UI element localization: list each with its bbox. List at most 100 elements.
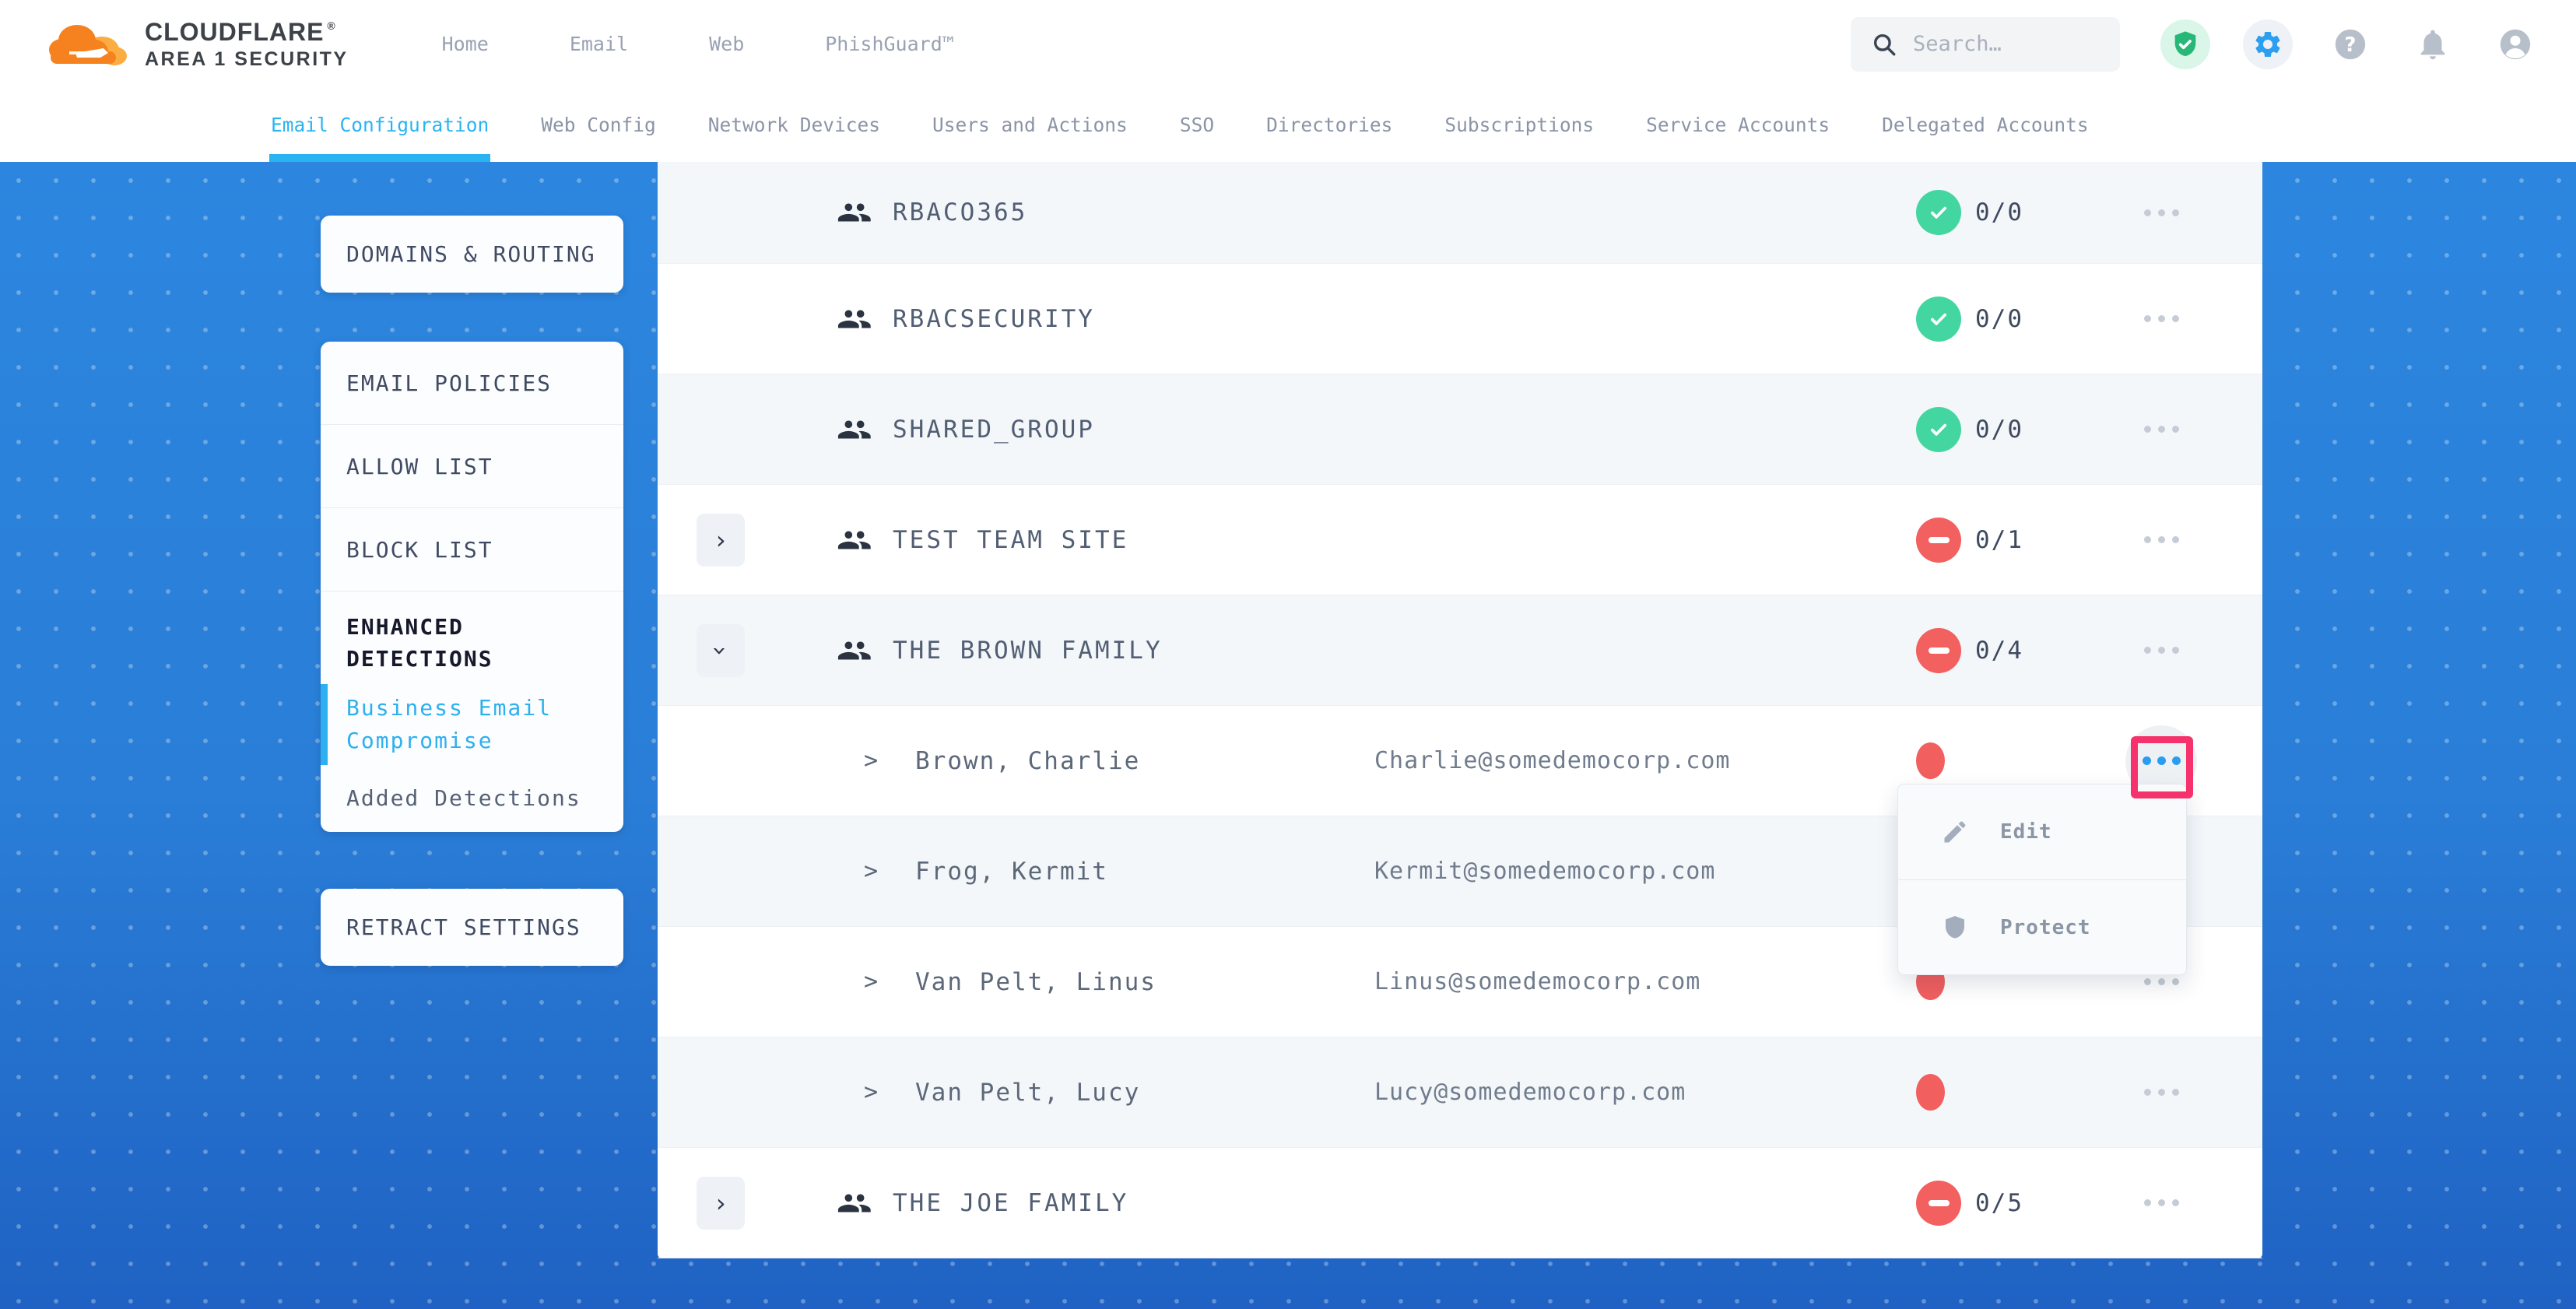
sidebar-item-added-detections[interactable]: Added Detections (321, 770, 623, 827)
tab-directories[interactable]: Directories (1266, 88, 1392, 162)
sidebar-item-enhanced-detections[interactable]: ENHANCED DETECTIONS (321, 591, 623, 679)
row-actions-ellipsis-icon[interactable] (2134, 536, 2188, 543)
member-email: Linus@somedemocorp.com (1374, 968, 1700, 995)
member-email: Lucy@somedemocorp.com (1374, 1079, 1686, 1106)
expander-cell: › (697, 624, 837, 677)
status-blocked-dot (1916, 1074, 1945, 1111)
search-input[interactable] (1913, 32, 2100, 56)
cloudflare-cloud-icon (45, 17, 132, 72)
group-icon (837, 633, 872, 669)
brand-name: CLOUDFLARE (145, 18, 324, 47)
tab-users-and-actions[interactable]: Users and Actions (932, 88, 1128, 162)
row-actions-ellipsis-icon[interactable] (2134, 209, 2188, 216)
group-name: THE JOE FAMILY (893, 1189, 1128, 1217)
tab-delegated-accounts[interactable]: Delegated Accounts (1882, 88, 2089, 162)
protection-count: 0/0 (1975, 305, 2023, 333)
sidebar-item-block-list[interactable]: BLOCK LIST (321, 508, 623, 591)
sidebar-label: RETRACT SETTINGS (346, 914, 581, 940)
table-row-group: RBACO365 0/0 (658, 162, 2262, 264)
row-actions-ellipsis-icon[interactable] (2134, 426, 2188, 433)
expand-group-button[interactable]: › (697, 514, 745, 567)
protection-count: 0/0 (1975, 416, 2023, 444)
shield-icon (1941, 914, 1969, 942)
group-icon (837, 301, 872, 337)
table-row-member: > Van Pelt, Lucy Lucy@somedemocorp.com (658, 1037, 2262, 1148)
nav-web[interactable]: Web (709, 33, 744, 55)
sidebar-item-domains-routing[interactable]: DOMAINS & ROUTING (321, 216, 623, 293)
sidebar-label: Added Detections (346, 782, 581, 815)
help-icon[interactable]: ? (2325, 19, 2375, 69)
chevron-right-icon: › (713, 1191, 728, 1216)
settings-gear-icon[interactable] (2243, 19, 2293, 69)
group-icon (837, 1185, 872, 1221)
expander-cell: › (697, 1177, 837, 1230)
status-blocked-badge (1916, 518, 1961, 563)
row-actions-ellipsis-icon[interactable] (2134, 315, 2188, 322)
context-menu-label: Edit (2000, 820, 2052, 844)
sidebar-label: ENHANCED DETECTIONS (346, 612, 598, 675)
status-cell (1916, 1074, 2134, 1111)
header-icons: ? (2160, 19, 2540, 69)
expander-cell: › (697, 514, 837, 567)
member-email: Kermit@somedemocorp.com (1374, 858, 1715, 885)
expand-group-button[interactable]: › (697, 1177, 745, 1230)
registered-mark: ® (327, 19, 335, 32)
context-menu-item-protect[interactable]: Protect (1898, 879, 2186, 974)
brand-text: CLOUDFLARE ® AREA 1 SECURITY (145, 18, 349, 71)
sidebar-label: Business Email Compromise (346, 692, 598, 757)
nav-email[interactable]: Email (570, 33, 628, 55)
brand-subtitle: AREA 1 SECURITY (145, 48, 349, 71)
table-row-group: SHARED_GROUP 0/0 (658, 374, 2262, 485)
group-name: TEST TEAM SITE (893, 526, 1128, 554)
context-menu-item-edit[interactable]: Edit (1898, 784, 2186, 879)
user-account-icon[interactable] (2490, 19, 2540, 69)
status-ok-badge (1916, 407, 1961, 452)
status-cell: 0/0 (1916, 297, 2134, 342)
row-actions-ellipsis-icon[interactable] (2134, 978, 2188, 985)
tab-email-configuration[interactable]: Email Configuration (271, 88, 489, 162)
sidebar-policies-card: EMAIL POLICIES ALLOW LIST BLOCK LIST ENH… (321, 342, 623, 832)
tab-service-accounts[interactable]: Service Accounts (1646, 88, 1830, 162)
search-box[interactable] (1851, 17, 2120, 72)
sidebar-label: DOMAINS & ROUTING (346, 241, 596, 267)
row-actions-ellipsis-icon[interactable] (2134, 1089, 2188, 1096)
status-blocked-badge (1916, 1181, 1961, 1226)
row-actions-ellipsis-icon[interactable] (2134, 1199, 2188, 1206)
sidebar-item-allow-list[interactable]: ALLOW LIST (321, 425, 623, 508)
member-chevron-icon[interactable]: > (864, 858, 887, 885)
member-chevron-icon[interactable]: > (864, 968, 887, 995)
member-name: Frog, Kermit (915, 858, 1374, 886)
notifications-bell-icon[interactable] (2408, 19, 2458, 69)
row-context-menu: Edit Protect (1897, 784, 2187, 975)
protection-status-icon[interactable] (2160, 19, 2210, 69)
group-name: THE BROWN FAMILY (893, 637, 1163, 665)
sidebar-item-retract-settings[interactable]: RETRACT SETTINGS (321, 889, 623, 966)
table-row-group: › TEST TEAM SITE 0/1 (658, 485, 2262, 595)
group-icon (837, 412, 872, 447)
member-name: Van Pelt, Linus (915, 968, 1374, 996)
sidebar-item-email-policies[interactable]: EMAIL POLICIES (321, 342, 623, 425)
member-chevron-icon[interactable]: > (864, 1079, 887, 1106)
nav-home[interactable]: Home (442, 33, 489, 55)
member-chevron-icon[interactable]: > (864, 747, 887, 774)
collapse-group-button[interactable]: › (697, 624, 745, 677)
nav-phishguard[interactable]: PhishGuard™ (825, 33, 954, 55)
row-actions-ellipsis-icon[interactable] (2134, 647, 2188, 654)
tab-sso[interactable]: SSO (1180, 88, 1214, 162)
groups-table: RBACO365 0/0 RBACSECURITY 0/0 SHARED_GRO… (658, 162, 2262, 1258)
tab-subscriptions[interactable]: Subscriptions (1444, 88, 1594, 162)
search-icon (1871, 31, 1897, 58)
tab-web-config[interactable]: Web Config (541, 88, 656, 162)
group-icon (837, 195, 872, 230)
status-cell: 0/5 (1916, 1181, 2134, 1226)
table-row-group: › THE BROWN FAMILY 0/4 (658, 595, 2262, 706)
app-header: CLOUDFLARE ® AREA 1 SECURITY Home Email … (0, 0, 2576, 88)
status-ok-badge (1916, 190, 1961, 235)
sidebar-label: EMAIL POLICIES (346, 370, 552, 396)
settings-sidebar: DOMAINS & ROUTING EMAIL POLICIES ALLOW L… (321, 216, 623, 966)
status-blocked-badge (1916, 628, 1961, 673)
group-icon (837, 522, 872, 558)
member-email: Charlie@somedemocorp.com (1374, 747, 1730, 774)
tab-network-devices[interactable]: Network Devices (708, 88, 880, 162)
sidebar-item-business-email-compromise[interactable]: Business Email Compromise (321, 679, 623, 770)
